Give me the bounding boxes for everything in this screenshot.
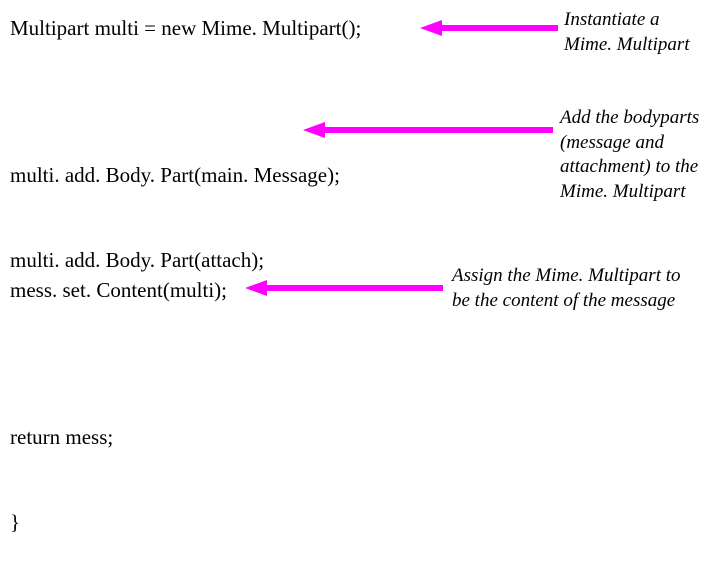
code-line-closebrace: }	[10, 508, 113, 536]
annotation-instantiate-line2: Mime. Multipart	[564, 33, 690, 58]
annotation-addbodyparts-line2: (message and	[560, 131, 699, 156]
code-line-setcontent: mess. set. Content(multi);	[10, 276, 227, 304]
annotation-addbodyparts-line3: attachment) to the	[560, 155, 699, 180]
code-line-addbody-main: multi. add. Body. Part(main. Message);	[10, 161, 340, 189]
annotation-setcontent-line2: be the content of the message	[452, 289, 681, 314]
arrow-addbodyparts	[303, 120, 555, 140]
arrow-instantiate	[420, 18, 560, 38]
code-line-addbody-attach: multi. add. Body. Part(attach);	[10, 246, 340, 274]
annotation-instantiate: Instantiate a Mime. Multipart	[564, 8, 690, 57]
code-line-instantiate: Multipart multi = new Mime. Multipart();	[10, 14, 361, 42]
code-block-addbodyparts: multi. add. Body. Part(main. Message); m…	[10, 104, 340, 302]
annotation-addbodyparts: Add the bodyparts (message and attachmen…	[560, 106, 699, 205]
annotation-instantiate-line1: Instantiate a	[564, 8, 690, 33]
arrow-setcontent	[245, 278, 445, 298]
annotation-addbodyparts-line1: Add the bodyparts	[560, 106, 699, 131]
annotation-addbodyparts-line4: Mime. Multipart	[560, 180, 699, 205]
annotation-setcontent: Assign the Mime. Multipart to be the con…	[452, 264, 681, 313]
annotation-setcontent-line1: Assign the Mime. Multipart to	[452, 264, 681, 289]
code-block-return: return mess; }	[10, 366, 113, 564]
code-line-return: return mess;	[10, 423, 113, 451]
